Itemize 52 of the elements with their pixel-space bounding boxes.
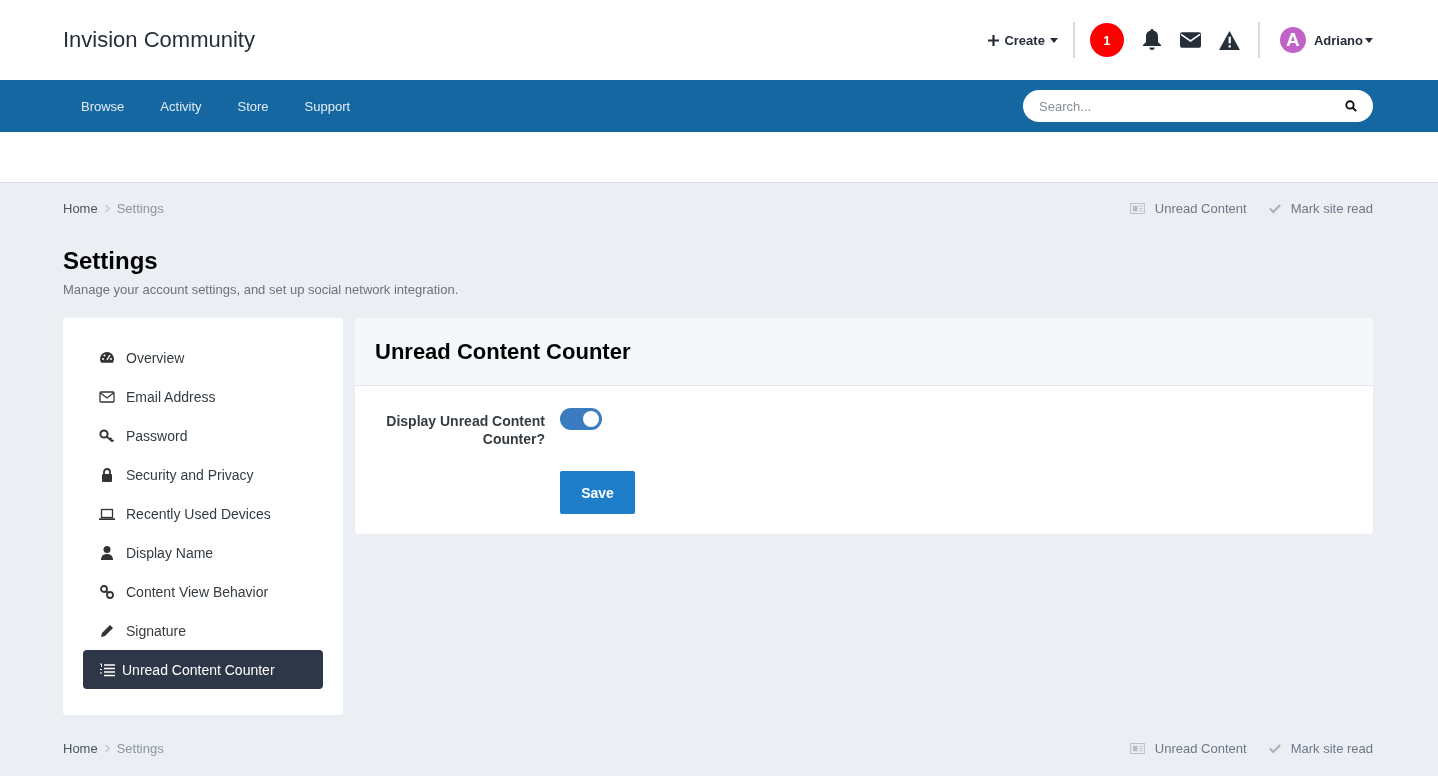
breadcrumb-link[interactable]: Home xyxy=(63,741,98,756)
chevron-right-icon xyxy=(104,744,110,753)
toolbar-link[interactable]: Unread Content xyxy=(1129,741,1247,756)
panel-title: Unread Content Counter xyxy=(355,318,1373,386)
caret-icon xyxy=(1049,37,1058,43)
sidebar-item[interactable]: Email Address xyxy=(83,377,323,416)
plus-icon xyxy=(988,34,1000,46)
page-title: Settings xyxy=(63,247,159,275)
page-subtitle: Manage your account settings, and set up social network integration. xyxy=(63,282,460,297)
lock-icon xyxy=(99,466,115,483)
nav-link[interactable]: Store xyxy=(219,98,287,114)
toolbar-link[interactable]: Mark site read xyxy=(1268,201,1373,216)
bell-icon[interactable] xyxy=(1141,29,1162,51)
envelope-icon[interactable] xyxy=(1179,32,1201,48)
newspaper-icon xyxy=(1129,743,1145,754)
sidebar-item[interactable]: Content View Behavior xyxy=(83,572,323,611)
sidebar-item[interactable]: Signature xyxy=(83,611,323,650)
sidebar-item[interactable]: Recently Used Devices xyxy=(83,494,323,533)
breadcrumb-link[interactable]: Home xyxy=(63,201,98,216)
checkmark-icon xyxy=(1268,743,1281,754)
avatar-initial: A xyxy=(1279,27,1306,53)
link-icon xyxy=(99,583,115,600)
gauge-icon xyxy=(99,349,115,366)
user-icon xyxy=(99,544,115,561)
nav-link[interactable]: Support xyxy=(286,98,369,114)
pencil-icon xyxy=(99,622,115,639)
sidebar-item[interactable]: Display Name xyxy=(83,533,323,572)
create-button[interactable]: Create xyxy=(988,32,1058,48)
sidebar-item[interactable]: Password xyxy=(83,416,323,455)
save-button[interactable]: Save xyxy=(560,471,635,514)
numbered-list-icon xyxy=(99,661,115,678)
notification-count-badge[interactable]: 1 xyxy=(1089,23,1124,57)
toolbar-link[interactable]: Mark site read xyxy=(1268,741,1373,756)
key-icon xyxy=(99,427,115,444)
checkmark-icon xyxy=(1268,203,1281,214)
setting-label: Display Unread Content Counter? xyxy=(385,412,545,448)
chevron-right-icon xyxy=(104,204,110,213)
nav-link[interactable]: Activity xyxy=(142,98,220,114)
sidebar-item[interactable]: Overview xyxy=(83,338,323,377)
site-title[interactable]: Invision Community xyxy=(63,27,989,53)
sidebar-item[interactable]: Security and Privacy xyxy=(83,455,323,494)
envelope-icon xyxy=(99,388,115,405)
toolbar-link[interactable]: Unread Content xyxy=(1129,201,1247,216)
nav-link[interactable]: Browse xyxy=(63,98,143,114)
sidebar-item[interactable]: Unread Content Counter xyxy=(83,650,323,689)
caret-icon xyxy=(1365,37,1373,43)
warning-icon[interactable] xyxy=(1218,30,1240,50)
toggle-switch[interactable] xyxy=(560,408,602,430)
user-menu-button[interactable]: A Adriano xyxy=(1279,27,1373,53)
search-icon[interactable] xyxy=(1345,100,1357,112)
newspaper-icon xyxy=(1129,203,1145,214)
search-field[interactable]: Search... xyxy=(1023,90,1373,122)
